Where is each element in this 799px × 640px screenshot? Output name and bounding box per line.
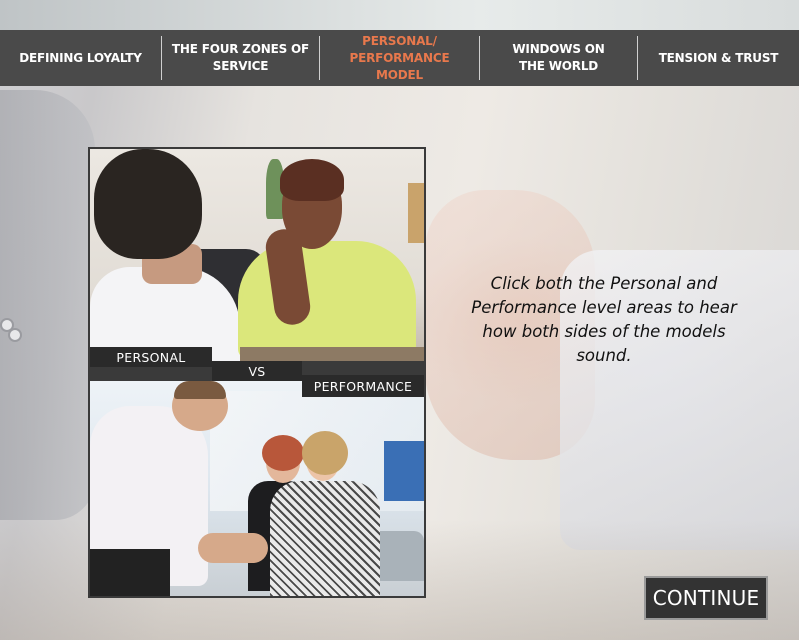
nav-windows-on-the-world[interactable]: WINDOWS ON THE WORLD (480, 36, 638, 80)
performance-photo-area[interactable] (90, 381, 424, 596)
woman3-jacket (270, 481, 380, 596)
woman-hair (280, 159, 344, 201)
man-head (94, 149, 202, 259)
top-navigation: DEFINING LOYALTY THE FOUR ZONES OF SERVI… (0, 30, 799, 86)
nav-four-zones-of-service[interactable]: THE FOUR ZONES OF SERVICE (162, 36, 320, 80)
nav-defining-loyalty[interactable]: DEFINING LOYALTY (0, 36, 162, 80)
woman-blouse (238, 241, 416, 359)
wall-frame (408, 183, 424, 243)
vs-label: VS (212, 361, 302, 381)
man2-pants (90, 549, 170, 596)
nav-personal-performance-model[interactable]: PERSONAL/ PERFORMANCE MODEL (320, 34, 480, 82)
cuff-button-icon (8, 328, 22, 342)
nav-tension-and-trust[interactable]: TENSION & TRUST (638, 36, 799, 80)
background-sleeve-left (0, 90, 95, 520)
background-top-stripe (0, 0, 799, 30)
handshake (198, 533, 268, 563)
window-panel (384, 441, 424, 501)
comparison-panel: PERSONAL VS PERFORMANCE (88, 147, 426, 598)
performance-label[interactable]: PERFORMANCE (302, 375, 424, 397)
personal-label[interactable]: PERSONAL (90, 347, 212, 367)
man2-hair (174, 381, 226, 399)
woman3-hair (302, 431, 348, 475)
woman2-hair (262, 435, 304, 471)
instructions-text: Click both the Personal and Performance … (471, 274, 737, 365)
continue-button[interactable]: CONTINUE (644, 576, 768, 620)
